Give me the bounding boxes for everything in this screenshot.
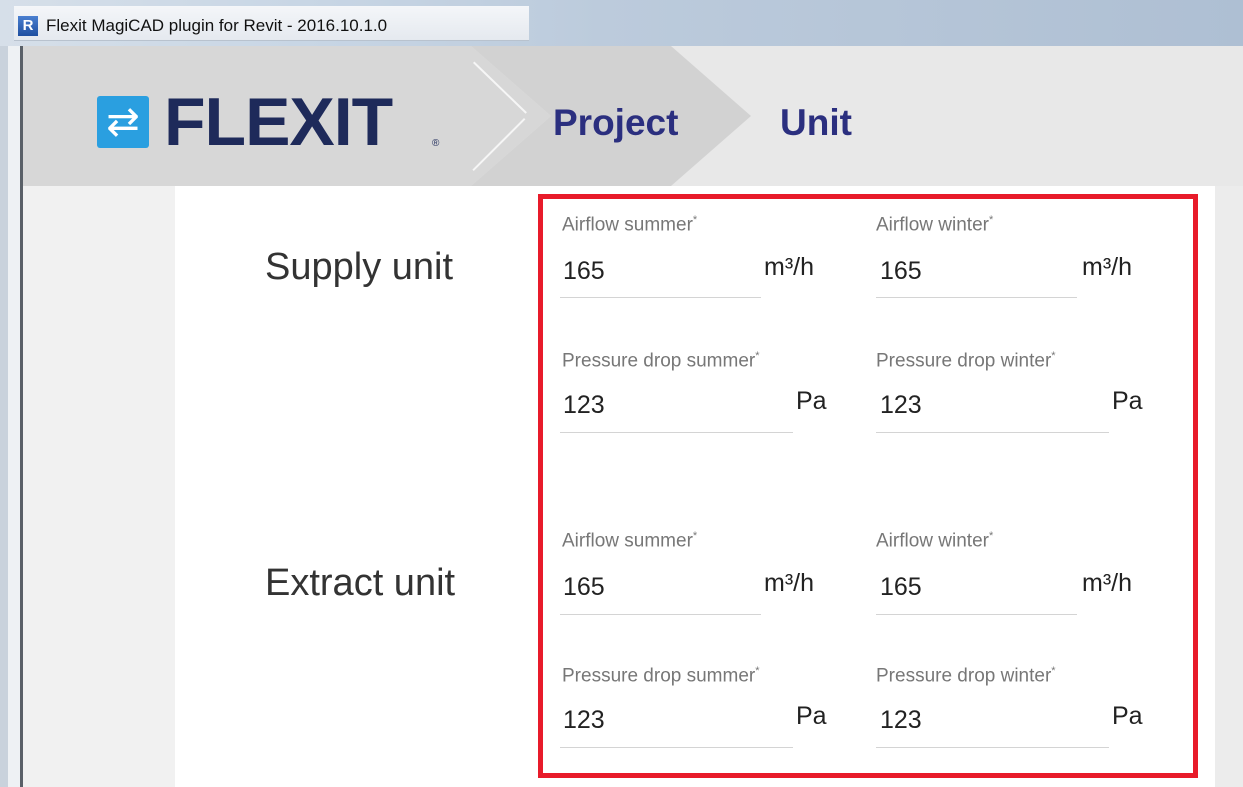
field-value[interactable]: 123 bbox=[880, 706, 922, 735]
field-value[interactable]: 123 bbox=[563, 391, 605, 420]
field-unit: m³/h bbox=[1082, 569, 1132, 597]
breadcrumb-project[interactable]: Project bbox=[553, 102, 678, 144]
field-unit: Pa bbox=[1112, 387, 1143, 415]
field-unit: m³/h bbox=[764, 253, 814, 281]
breadcrumb-unit[interactable]: Unit bbox=[780, 102, 852, 144]
field-underline bbox=[876, 297, 1077, 298]
window-frame-inner bbox=[8, 46, 20, 787]
field-value[interactable]: 165 bbox=[563, 257, 605, 286]
field-underline bbox=[560, 614, 761, 615]
field-value[interactable]: 165 bbox=[880, 257, 922, 286]
field-unit: Pa bbox=[796, 702, 827, 730]
left-panel bbox=[23, 186, 175, 787]
field-label: Pressure drop summer* bbox=[562, 350, 760, 372]
field-value[interactable]: 165 bbox=[880, 573, 922, 602]
extract-unit-heading: Extract unit bbox=[265, 562, 456, 604]
right-panel bbox=[1215, 186, 1243, 787]
supply-unit-heading: Supply unit bbox=[265, 246, 454, 288]
registered-mark: ® bbox=[432, 138, 440, 149]
field-value[interactable]: 123 bbox=[880, 391, 922, 420]
field-label: Pressure drop winter* bbox=[876, 665, 1056, 687]
field-underline bbox=[560, 747, 793, 748]
field-value[interactable]: 123 bbox=[563, 706, 605, 735]
field-unit: Pa bbox=[796, 387, 827, 415]
window-title: Flexit MagiCAD plugin for Revit - 2016.1… bbox=[46, 16, 388, 35]
field-label: Pressure drop winter* bbox=[876, 350, 1056, 372]
double-arrow-icon: ⇄ bbox=[97, 96, 149, 148]
field-label: Airflow summer* bbox=[562, 214, 698, 236]
field-underline bbox=[560, 297, 761, 298]
field-underline bbox=[876, 614, 1077, 615]
field-underline bbox=[560, 432, 793, 433]
field-underline bbox=[876, 432, 1109, 433]
field-label: Airflow summer* bbox=[562, 530, 698, 552]
field-underline bbox=[876, 747, 1109, 748]
field-unit: Pa bbox=[1112, 702, 1143, 730]
revit-app-icon[interactable]: R bbox=[18, 16, 38, 36]
flexit-logo-text: FLEXIT bbox=[164, 84, 393, 160]
field-label: Pressure drop summer* bbox=[562, 665, 760, 687]
field-value[interactable]: 165 bbox=[563, 573, 605, 602]
field-label: Airflow winter* bbox=[876, 530, 994, 552]
field-unit: m³/h bbox=[1082, 253, 1132, 281]
field-label: Airflow winter* bbox=[876, 214, 994, 236]
field-unit: m³/h bbox=[764, 569, 814, 597]
